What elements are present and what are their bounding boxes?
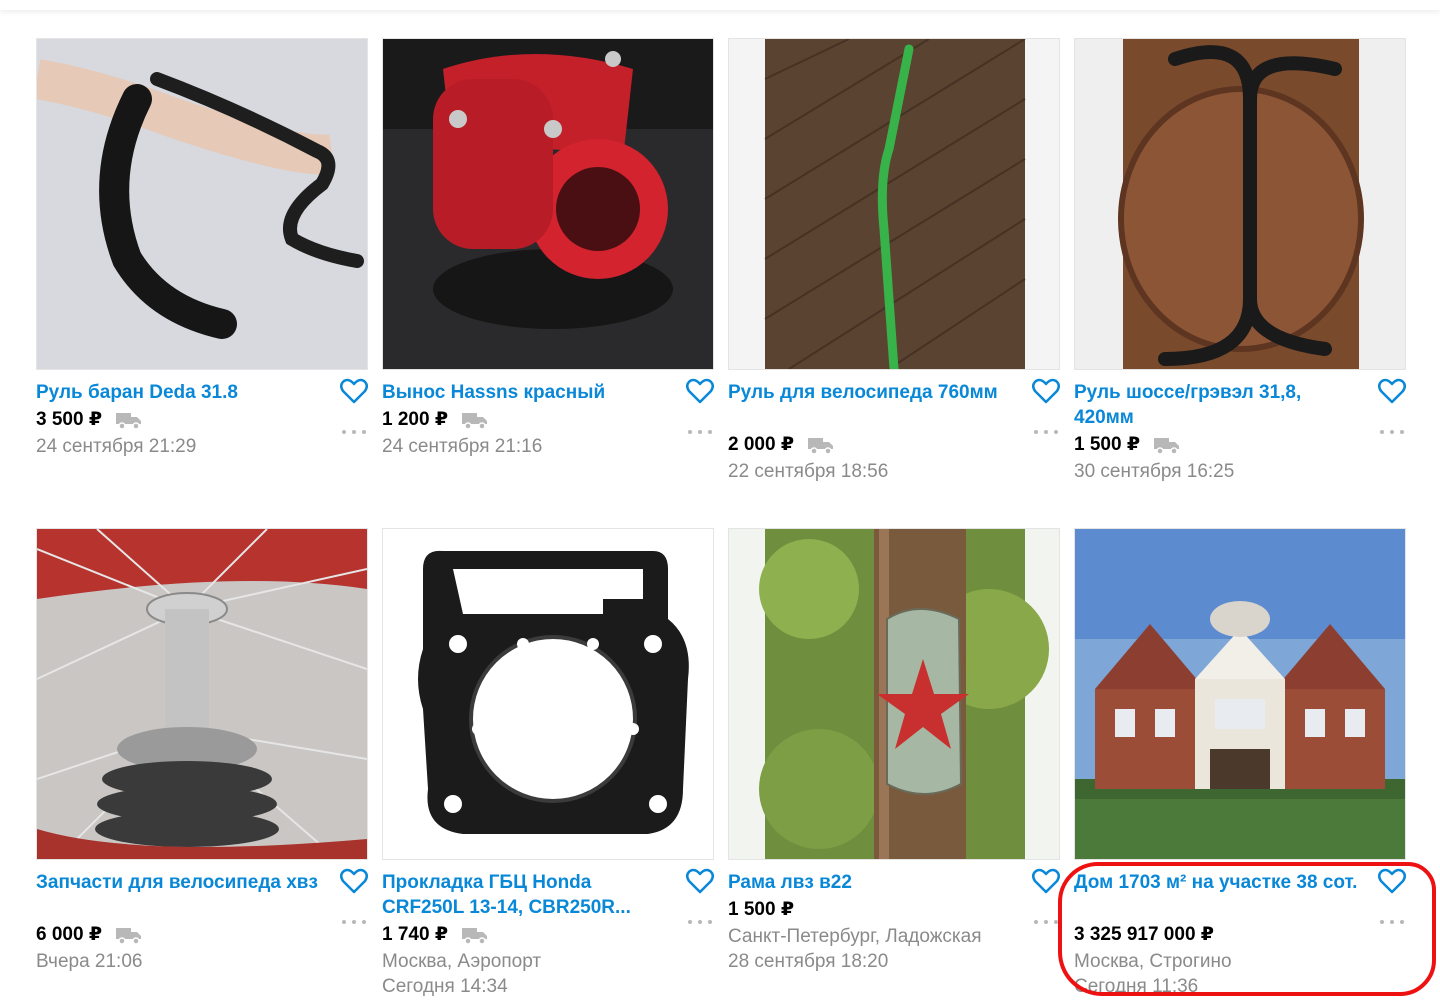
more-options-button[interactable] <box>1034 428 1058 436</box>
handlebar-gravel-icon <box>1075 39 1405 369</box>
delivery-truck-icon <box>1154 437 1180 454</box>
price-row: 1 740 ₽ <box>382 923 488 946</box>
price-row: 1 500 ₽ <box>1074 433 1180 456</box>
price-row: 3 325 917 000 ₽ <box>1074 923 1214 946</box>
listing-location: Москва, Строгино <box>1074 951 1232 972</box>
listing-title[interactable]: Прокладка ГБЦ Honda CRF250L 13-14, CBR25… <box>382 870 672 920</box>
listing-date: Сегодня 11:36 <box>1074 976 1199 997</box>
listing-photo[interactable] <box>36 38 368 370</box>
delivery-truck-icon <box>116 412 142 429</box>
header-shadow-bar <box>0 0 1440 10</box>
listing-price: 6 000 ₽ <box>36 924 103 945</box>
price-row: 6 000 ₽ <box>36 923 142 946</box>
listing-title[interactable]: Дом 1703 м² на участке 38 сот. <box>1074 870 1364 895</box>
listing-location: Москва, Аэропорт <box>382 951 542 972</box>
handlebar-green-icon <box>729 39 1059 369</box>
delivery-truck-icon <box>462 412 488 429</box>
wheel-hub-icon <box>37 529 367 859</box>
listing-price: 1 500 ₽ <box>1074 434 1141 455</box>
more-options-button[interactable] <box>1034 918 1058 926</box>
listing-price: 3 500 ₽ <box>36 409 103 430</box>
listing-title[interactable]: Руль шоссе/грэвэл 31,8, 420мм <box>1074 380 1364 430</box>
listing-photo[interactable] <box>1074 38 1406 370</box>
house-icon <box>1075 529 1405 859</box>
listing-date: Сегодня 14:34 <box>382 976 508 997</box>
listing-date: 24 сентября 21:16 <box>382 436 543 457</box>
listing-date: 28 сентября 18:20 <box>728 951 889 972</box>
more-options-button[interactable] <box>342 918 366 926</box>
favorite-heart-icon[interactable] <box>686 378 714 404</box>
listing-date: 24 сентября 21:29 <box>36 436 197 457</box>
more-options-button[interactable] <box>1380 918 1404 926</box>
listing-date: Вчера 21:06 <box>36 951 143 972</box>
favorite-heart-icon[interactable] <box>1378 868 1406 894</box>
listing-price: 1 740 ₽ <box>382 924 449 945</box>
price-row: 3 500 ₽ <box>36 408 142 431</box>
price-row: 2 000 ₽ <box>728 433 834 456</box>
listing-title[interactable]: Руль для велосипеда 760мм <box>728 380 1018 405</box>
stem-red-icon <box>383 39 713 369</box>
listing-photo[interactable] <box>728 38 1060 370</box>
listing-photo[interactable] <box>36 528 368 860</box>
bike-frame-badge-icon <box>729 529 1059 859</box>
delivery-truck-icon <box>462 927 488 944</box>
favorite-heart-icon[interactable] <box>1378 378 1406 404</box>
delivery-truck-icon <box>116 927 142 944</box>
listing-price: 1 500 ₽ <box>728 899 795 920</box>
listing-price: 2 000 ₽ <box>728 434 795 455</box>
favorite-heart-icon[interactable] <box>1032 378 1060 404</box>
price-row: 1 500 ₽ <box>728 898 794 921</box>
more-options-button[interactable] <box>1380 428 1404 436</box>
gasket-icon <box>383 529 713 859</box>
listing-price: 3 325 917 000 ₽ <box>1074 924 1215 945</box>
more-options-button[interactable] <box>688 428 712 436</box>
favorite-heart-icon[interactable] <box>340 868 368 894</box>
listing-location: Санкт-Петербург, Ладожская <box>728 926 982 947</box>
listing-title[interactable]: Вынос Hassns красный <box>382 380 672 405</box>
favorite-heart-icon[interactable] <box>686 868 714 894</box>
listing-photo[interactable] <box>1074 528 1406 860</box>
listing-title[interactable]: Руль баран Deda 31.8 <box>36 380 326 405</box>
listing-date: 22 сентября 18:56 <box>728 461 889 482</box>
more-options-button[interactable] <box>342 428 366 436</box>
listing-photo[interactable] <box>382 528 714 860</box>
price-row: 1 200 ₽ <box>382 408 488 431</box>
handlebar-drop-icon <box>37 39 367 369</box>
favorite-heart-icon[interactable] <box>340 378 368 404</box>
more-options-button[interactable] <box>688 918 712 926</box>
favorite-heart-icon[interactable] <box>1032 868 1060 894</box>
listing-price: 1 200 ₽ <box>382 409 449 430</box>
listing-title[interactable]: Запчасти для велосипеда хвз <box>36 870 326 895</box>
delivery-truck-icon <box>808 437 834 454</box>
listing-photo[interactable] <box>728 528 1060 860</box>
listing-title[interactable]: Рама лвз в22 <box>728 870 1018 895</box>
listing-date: 30 сентября 16:25 <box>1074 461 1235 482</box>
listing-photo[interactable] <box>382 38 714 370</box>
